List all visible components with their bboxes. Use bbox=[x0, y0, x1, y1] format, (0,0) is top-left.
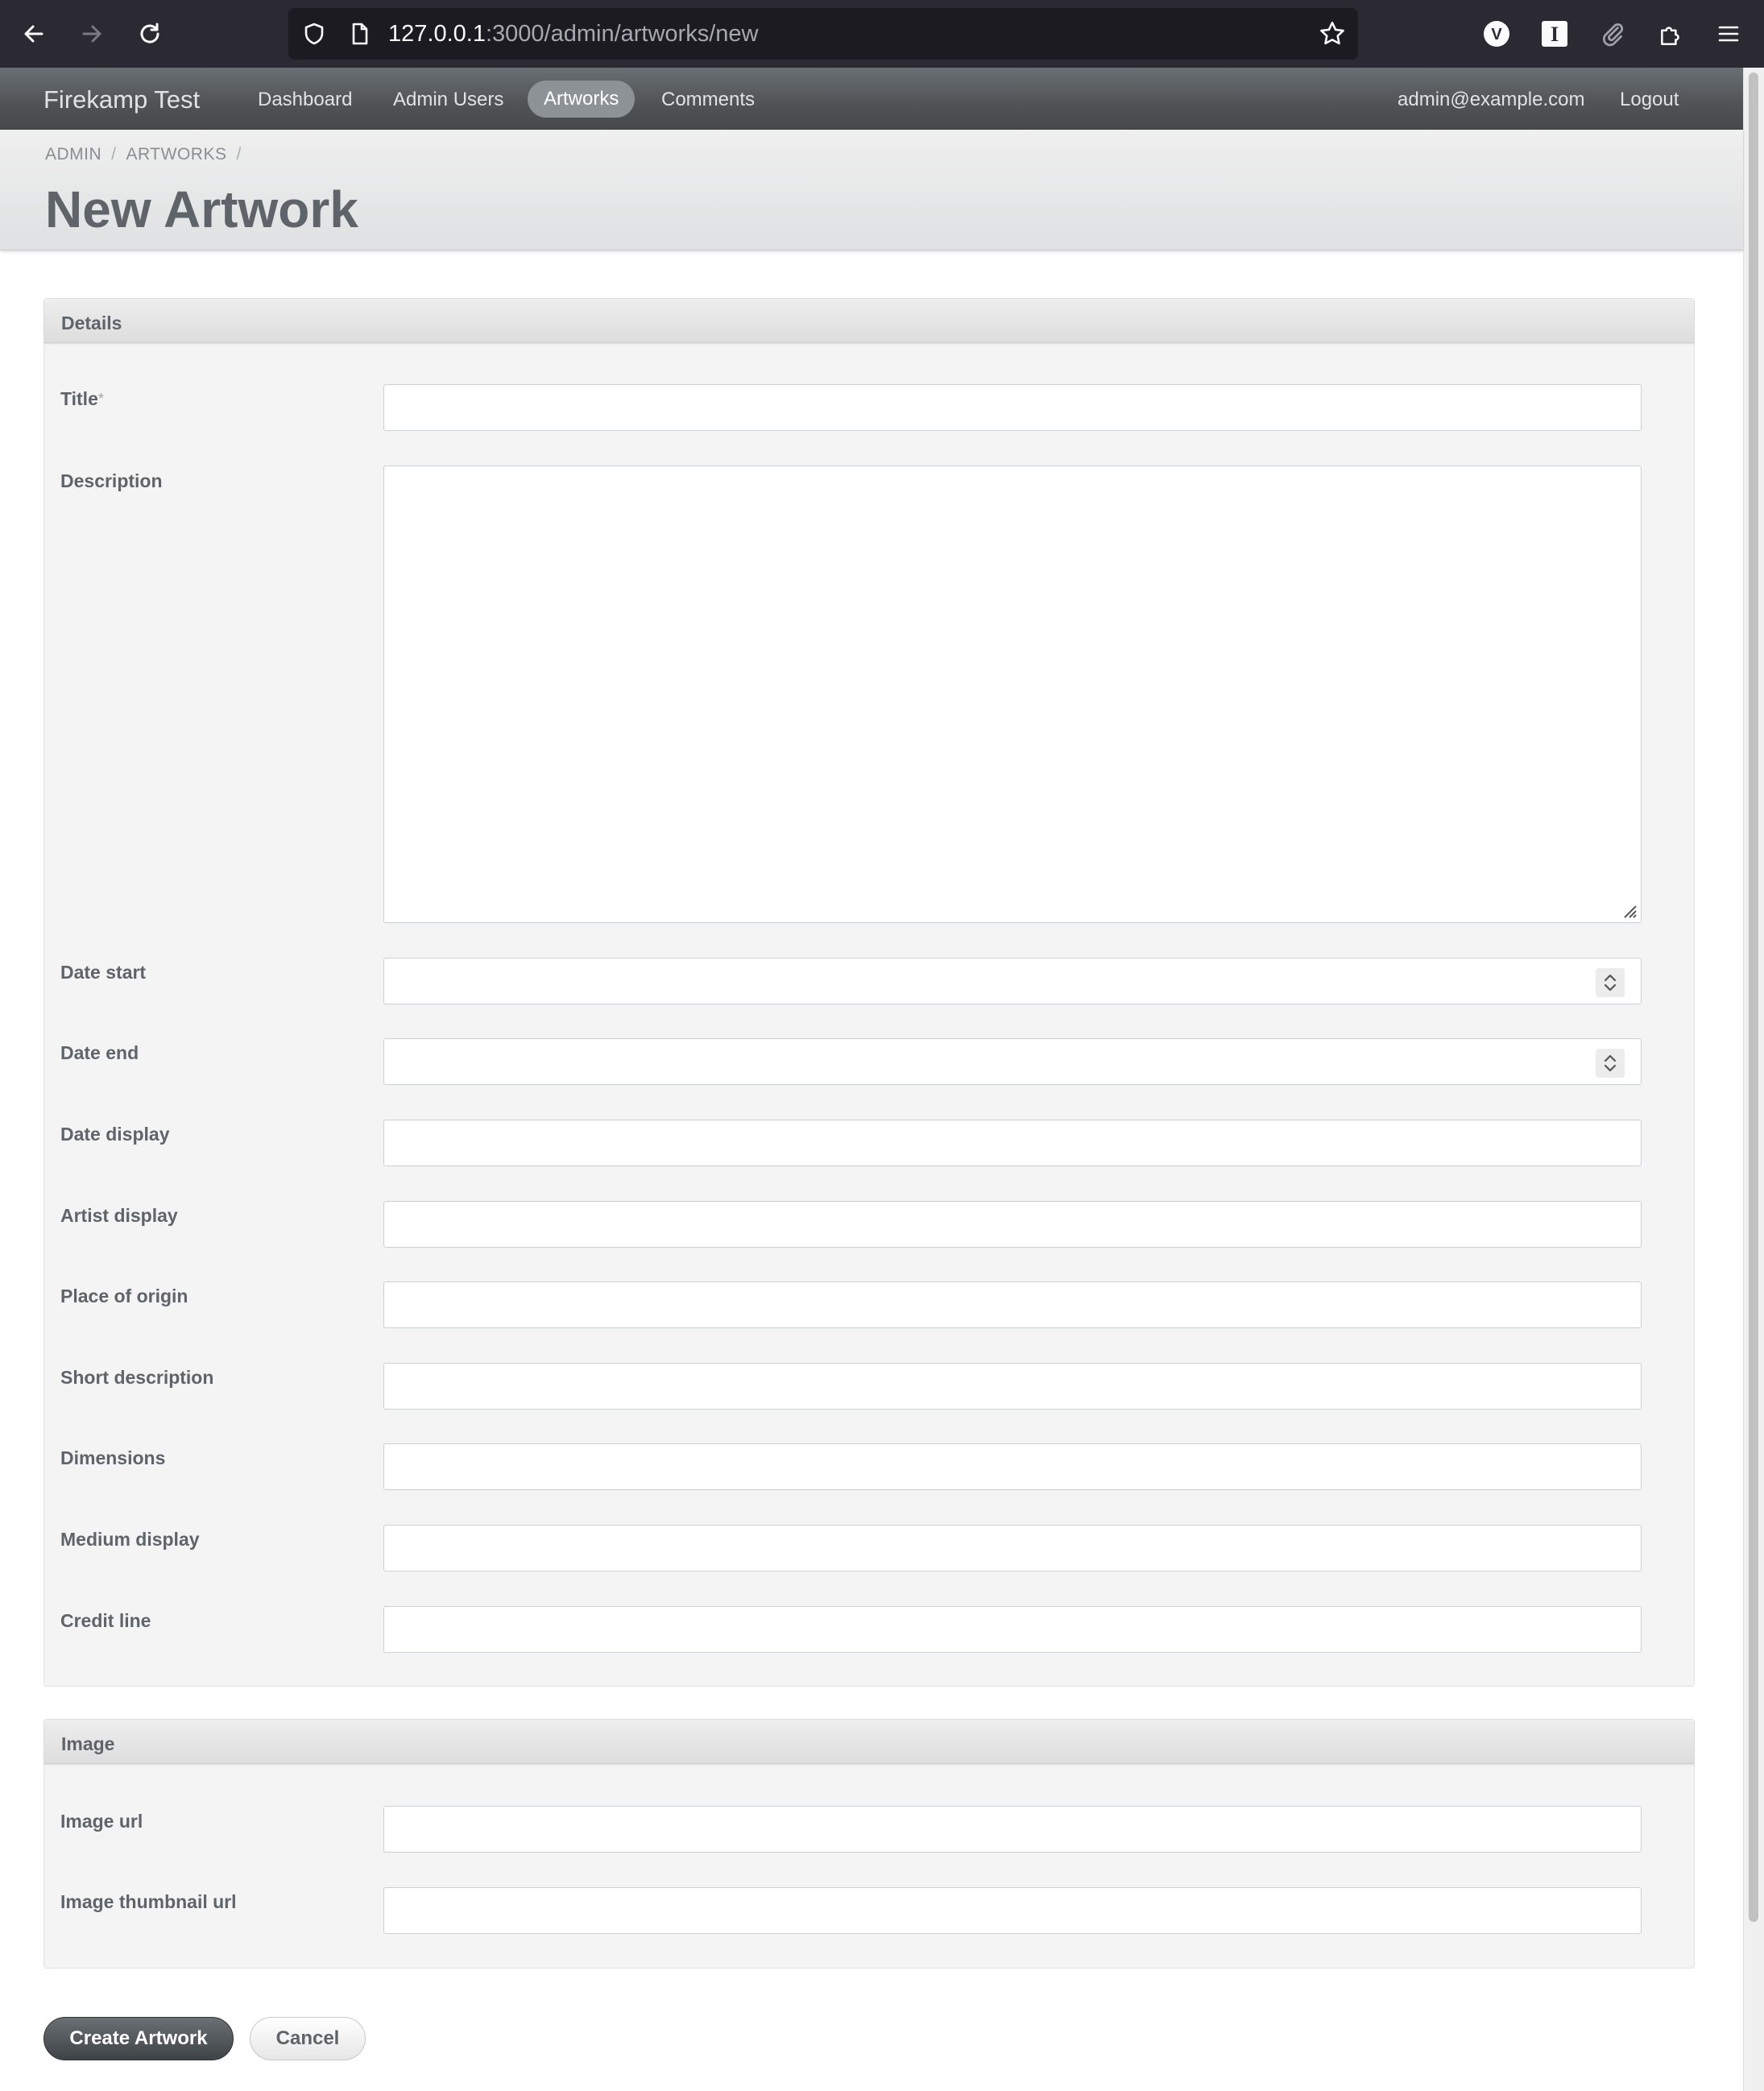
date-end-label: Date end bbox=[60, 1042, 139, 1063]
credit-line-input[interactable] bbox=[383, 1606, 1642, 1653]
date-start-label: Date start bbox=[60, 962, 147, 983]
site-title[interactable]: Firekamp Test bbox=[43, 84, 200, 116]
nav-admin-users[interactable]: Admin Users bbox=[377, 85, 520, 122]
back-arrow-icon[interactable] bbox=[16, 16, 52, 52]
breadcrumb-separator: / bbox=[236, 145, 242, 164]
current-user-email[interactable]: admin@example.com bbox=[1398, 85, 1584, 114]
reload-icon[interactable] bbox=[132, 16, 168, 52]
browser-toolbar: 127.0.0.1:3000/admin/artworks/new V I bbox=[0, 0, 1764, 68]
extension-i-icon[interactable]: I bbox=[1537, 16, 1572, 52]
url-host: 127.0.0.1 bbox=[388, 21, 486, 47]
place-of-origin-input[interactable] bbox=[383, 1282, 1642, 1328]
create-artwork-button[interactable]: Create Artwork bbox=[43, 2017, 234, 2060]
breadcrumb-separator: / bbox=[111, 145, 117, 164]
description-label: Description bbox=[60, 470, 163, 491]
logout-link[interactable]: Logout bbox=[1620, 85, 1679, 114]
date-end-stepper[interactable] bbox=[1596, 1049, 1625, 1078]
svg-text:V: V bbox=[1491, 26, 1502, 43]
image-thumbnail-url-input[interactable] bbox=[383, 1887, 1642, 1934]
page-title: New Artwork bbox=[45, 180, 358, 238]
scrollbar-thumb[interactable] bbox=[1749, 72, 1758, 1922]
date-start-stepper[interactable] bbox=[1596, 968, 1625, 997]
page-icon bbox=[342, 16, 377, 52]
medium-display-label: Medium display bbox=[60, 1529, 200, 1550]
image-panel: Image Image url Image thumbnail url bbox=[43, 1719, 1695, 1969]
date-display-label: Date display bbox=[60, 1124, 170, 1145]
paperclip-icon[interactable] bbox=[1595, 16, 1630, 52]
title-input[interactable] bbox=[383, 384, 1642, 431]
date-start-input[interactable] bbox=[383, 958, 1642, 1004]
nav-dashboard[interactable]: Dashboard bbox=[242, 85, 368, 122]
extensions-puzzle-icon[interactable] bbox=[1653, 16, 1688, 52]
stepper-chevrons-icon bbox=[1604, 974, 1617, 992]
url-text[interactable]: 127.0.0.1:3000/admin/artworks/new bbox=[388, 19, 758, 48]
details-panel: Details Title* Description Date start Da… bbox=[43, 298, 1695, 1687]
artist-display-input[interactable] bbox=[383, 1201, 1642, 1248]
place-of-origin-label: Place of origin bbox=[60, 1286, 188, 1306]
description-textarea[interactable] bbox=[383, 466, 1642, 923]
medium-display-input[interactable] bbox=[383, 1525, 1642, 1571]
title-label: Title* bbox=[60, 387, 104, 410]
short-description-input[interactable] bbox=[383, 1363, 1642, 1410]
resize-grip-icon[interactable] bbox=[1620, 901, 1638, 919]
stepper-chevrons-icon bbox=[1604, 1054, 1617, 1072]
nav-comments[interactable]: Comments bbox=[645, 85, 771, 122]
required-marker: * bbox=[97, 391, 104, 407]
image-url-input[interactable] bbox=[383, 1806, 1642, 1853]
hamburger-menu-icon[interactable] bbox=[1711, 16, 1746, 52]
title-label-text: Title bbox=[60, 388, 98, 409]
forward-arrow-icon[interactable] bbox=[74, 16, 110, 52]
image-thumbnail-url-label: Image thumbnail url bbox=[60, 1891, 237, 1912]
image-panel-title: Image bbox=[61, 1733, 115, 1754]
credit-line-label: Credit line bbox=[60, 1610, 151, 1631]
nav-artworks[interactable]: Artworks bbox=[528, 81, 636, 118]
artist-display-label: Artist display bbox=[60, 1205, 178, 1226]
date-display-input[interactable] bbox=[383, 1120, 1642, 1166]
breadcrumb-artworks[interactable]: ARTWORKS bbox=[126, 145, 227, 164]
breadcrumb-admin[interactable]: ADMIN bbox=[45, 145, 101, 164]
image-panel-header: Image bbox=[44, 1720, 1694, 1764]
url-path: :3000/admin/artworks/new bbox=[485, 21, 759, 47]
bookmark-star-icon[interactable] bbox=[1315, 16, 1350, 52]
details-panel-header: Details bbox=[44, 299, 1694, 343]
date-end-input[interactable] bbox=[383, 1038, 1642, 1085]
dimensions-input[interactable] bbox=[383, 1443, 1642, 1490]
breadcrumb: ADMIN / ARTWORKS / bbox=[45, 143, 251, 166]
image-url-label: Image url bbox=[60, 1811, 143, 1832]
details-panel-title: Details bbox=[61, 313, 122, 333]
short-description-label: Short description bbox=[60, 1367, 214, 1388]
extension-v-icon[interactable]: V bbox=[1479, 16, 1514, 52]
svg-text:I: I bbox=[1551, 23, 1559, 46]
shield-icon[interactable] bbox=[296, 16, 332, 52]
dimensions-label: Dimensions bbox=[60, 1447, 166, 1468]
cancel-button[interactable]: Cancel bbox=[250, 2017, 366, 2060]
